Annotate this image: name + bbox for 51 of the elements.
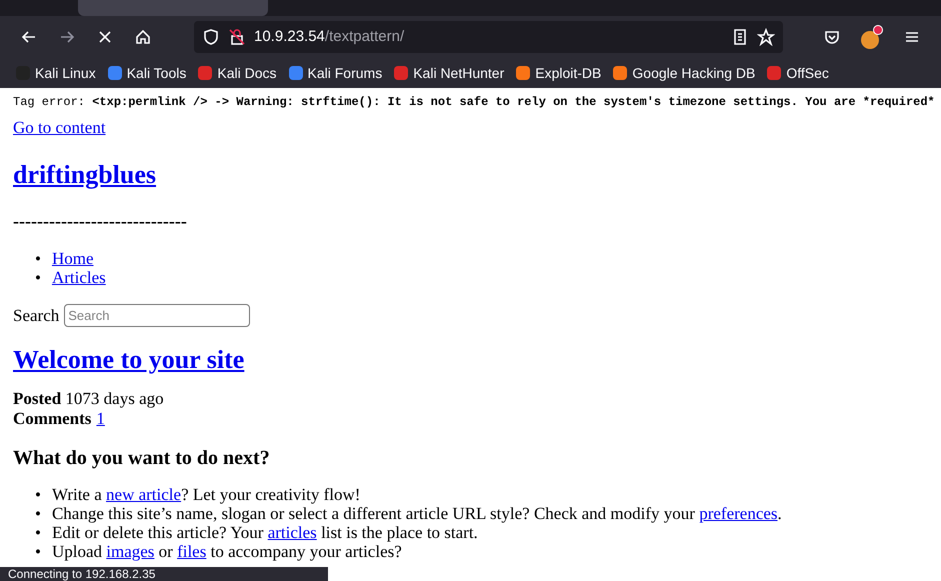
item-text: Upload <box>52 542 103 561</box>
item-text: Edit or delete this article? Your <box>52 523 264 542</box>
site-slogan: ----------------------------- <box>13 210 188 232</box>
bookmark-item[interactable]: Kali Docs <box>198 62 277 84</box>
bookmark-item[interactable]: Kali Tools <box>108 62 186 84</box>
skip-link[interactable]: Go to content <box>13 115 928 140</box>
bullet: • <box>35 485 41 504</box>
item-text: . <box>778 504 782 523</box>
item-text: to accompany your articles? <box>210 542 402 561</box>
item-text: Write a <box>52 485 103 504</box>
bullet: • <box>35 248 41 268</box>
site-title-link[interactable]: driftingblues <box>13 154 156 194</box>
bullet: • <box>35 268 41 286</box>
bookmark-item[interactable]: Kali Forums <box>288 62 382 84</box>
next-heading: What do you want to do next? <box>13 446 271 471</box>
search-label: Search <box>13 304 60 326</box>
error-message: Tag error: <txp:permlink /> -> Warning: strftime(): It is not safe to rely on the system's timezone settings. You are *required* <box>13 94 935 110</box>
bullet: • <box>35 542 41 561</box>
nav-link[interactable]: Articles <box>52 268 106 286</box>
bookmark-item[interactable]: Kali NetHunter <box>394 62 504 84</box>
item-text: ? Let your creativity flow! <box>181 485 360 504</box>
address-bar[interactable]: 10.9.23.54/textpattern/ <box>194 21 783 53</box>
status-tooltip: Connecting to 192.168.2.35 <box>0 567 328 581</box>
star-icon[interactable] <box>757 28 775 46</box>
home-icon[interactable] <box>134 28 152 46</box>
url-text: 10.9.23.54/textpattern/ <box>254 26 404 47</box>
lock-icon[interactable] <box>228 28 246 46</box>
nav-link[interactable]: Home <box>52 248 94 268</box>
posted-line: Posted 1073 days ago <box>13 389 165 409</box>
bullet: • <box>35 523 41 542</box>
pocket-icon[interactable] <box>823 28 841 46</box>
article-title-link[interactable]: Welcome to your site <box>13 340 244 379</box>
bookmark-item[interactable]: Kali Linux <box>16 62 96 84</box>
inline-link[interactable]: images <box>106 542 154 561</box>
item-text: Change this site’s name, slogan or select a different article URL style? Check and modify your <box>52 504 696 523</box>
item-text: or <box>158 542 174 561</box>
bookmark-item[interactable]: OffSec <box>767 62 829 84</box>
reader-icon[interactable] <box>731 28 749 46</box>
inline-link[interactable]: preferences <box>699 504 778 523</box>
comments-label: Comments <box>13 409 92 429</box>
shield-icon[interactable] <box>202 28 220 46</box>
bookmark-item[interactable]: Google Hacking DB <box>613 62 756 84</box>
comments-link[interactable]: 1 <box>96 409 105 429</box>
bookmark-item[interactable]: Exploit-DB <box>516 62 602 84</box>
inline-link[interactable]: new article <box>106 485 182 504</box>
extension-icon[interactable] <box>861 25 883 49</box>
search-field[interactable]: Search <box>64 304 250 327</box>
inline-link[interactable]: files <box>177 542 206 561</box>
item-text: list is the place to start. <box>320 523 478 542</box>
bullet: • <box>35 504 41 523</box>
inline-link[interactable]: articles <box>268 523 317 542</box>
